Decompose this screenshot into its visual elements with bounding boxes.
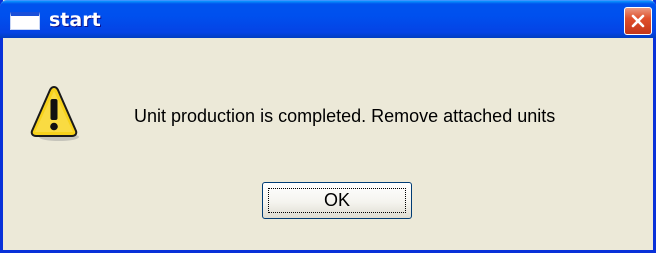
close-button[interactable] bbox=[624, 7, 652, 35]
close-icon bbox=[631, 14, 645, 28]
window-title: start bbox=[49, 9, 101, 31]
window-icon bbox=[10, 12, 40, 30]
message-dialog-window: start Unit production is completed. Remo… bbox=[0, 0, 656, 253]
warning-icon bbox=[30, 85, 79, 141]
title-bar[interactable]: start bbox=[0, 0, 656, 38]
ok-button[interactable]: OK bbox=[262, 182, 412, 219]
dialog-message: Unit production is completed. Remove att… bbox=[134, 106, 556, 126]
ok-button-label: OK bbox=[323, 190, 350, 210]
